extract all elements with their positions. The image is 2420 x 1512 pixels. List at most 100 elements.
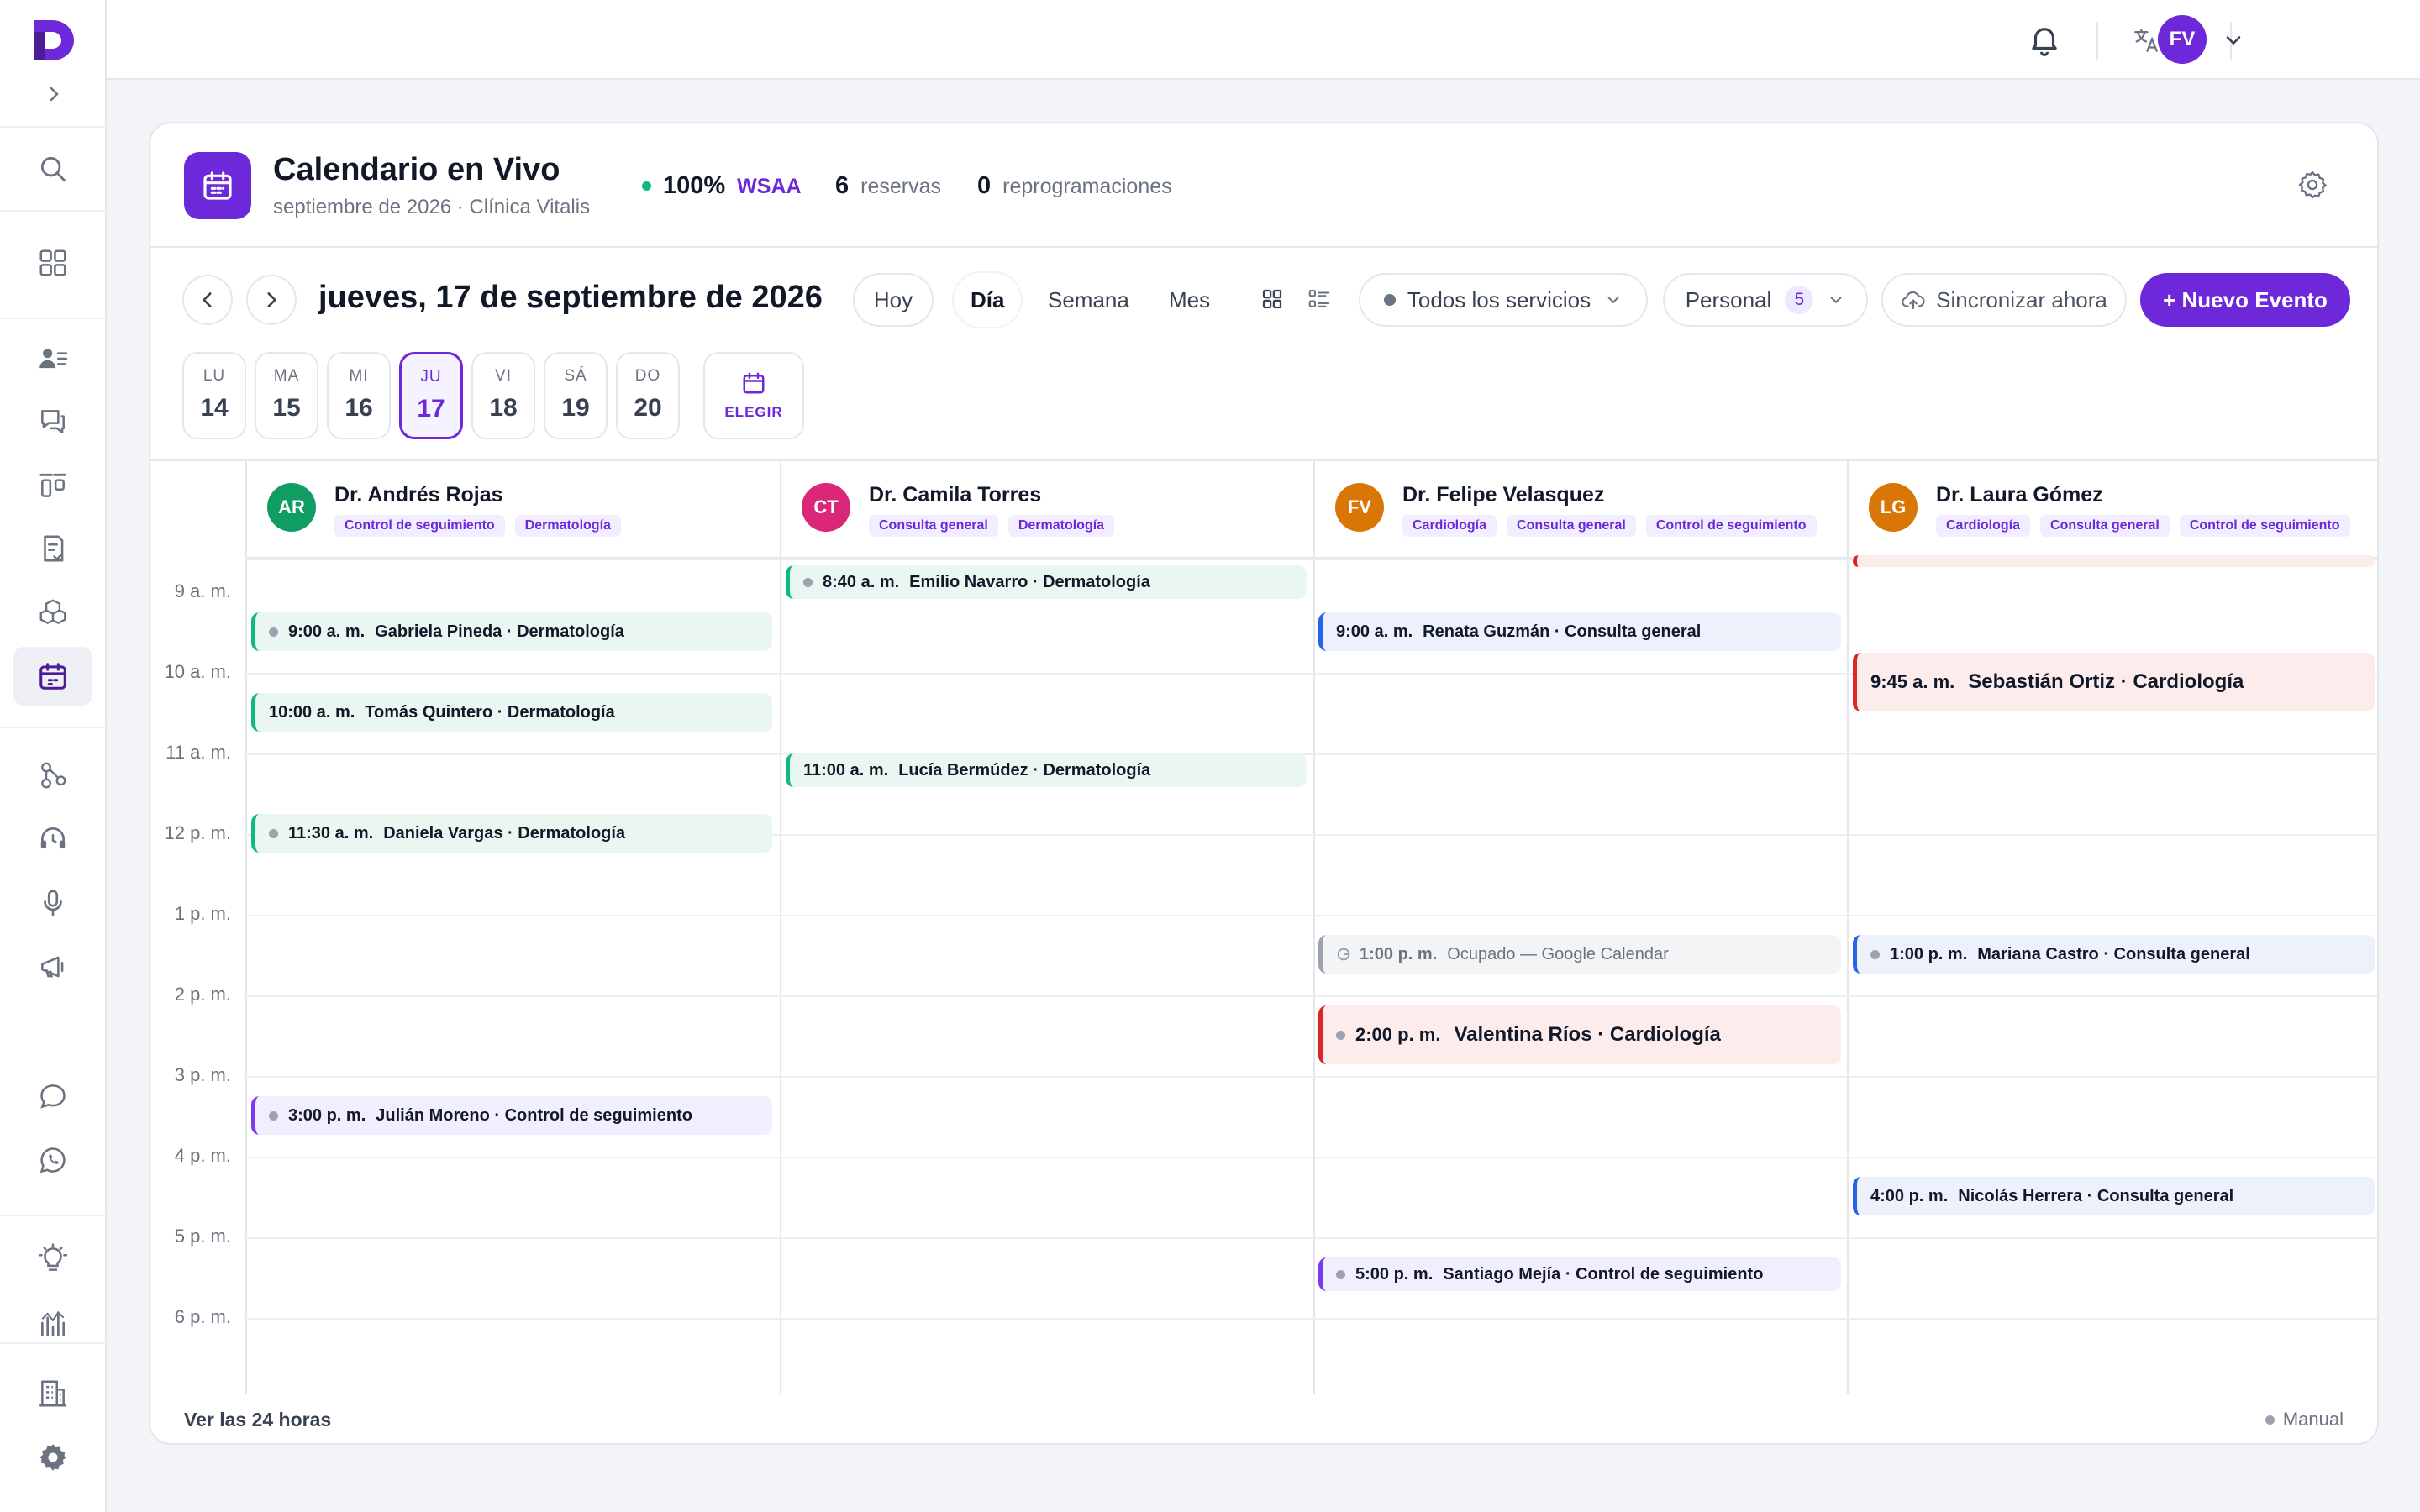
day-chip[interactable]: LU 14 xyxy=(182,352,246,439)
doctor-column-header[interactable]: LG Dr. Laura Gómez Cardiología Consulta g… xyxy=(1849,461,2377,559)
current-date-title: jueves, 17 de septiembre de 2026 xyxy=(318,280,823,315)
sidebar-item-inventory[interactable] xyxy=(13,583,92,642)
hour-label: 1 p. m. xyxy=(174,903,231,924)
day-chip[interactable]: MI 16 xyxy=(327,352,391,439)
service-tag: Consulta general xyxy=(2040,515,2170,537)
doctor-avatar: AR xyxy=(267,483,316,532)
appointment-event[interactable]: 4:00 p. m. Nicolás Herrera · Consulta gen… xyxy=(1853,1177,2375,1215)
notifications-bell-icon[interactable] xyxy=(2027,22,2062,57)
status-dot xyxy=(642,181,651,191)
sidebar-item-search[interactable] xyxy=(13,139,92,198)
appointment-event[interactable]: 9:00 a. m. Renata Guzmán · Consulta gener… xyxy=(1318,612,1841,651)
workflow-icon xyxy=(41,762,66,789)
topbar: ES FV xyxy=(107,0,2420,80)
service-tag: Control de seguimiento xyxy=(2179,515,2350,537)
view-month-tab[interactable]: Mes xyxy=(1169,273,1210,327)
prev-day-button[interactable] xyxy=(182,275,233,325)
appointment-event[interactable]: 2:00 p. m. Valentina Ríos · Cardiología xyxy=(1318,1005,1841,1064)
staff-count-badge: 5 xyxy=(1785,286,1814,314)
sidebar-item-tasks[interactable] xyxy=(13,519,92,578)
sync-now-button[interactable]: Sincronizar ahora xyxy=(1881,273,2127,327)
gear-icon xyxy=(39,1444,66,1471)
next-day-button[interactable] xyxy=(246,275,297,325)
show-24-hours-link[interactable]: Ver las 24 horas xyxy=(184,1409,331,1431)
appointment-event[interactable]: 1:00 p. m. Mariana Castro · Consulta gene… xyxy=(1853,935,2375,974)
staff-filter-select[interactable]: Personal 5 xyxy=(1663,273,1868,327)
service-tag: Control de seguimiento xyxy=(334,515,505,537)
sidebar-item-dashboard[interactable] xyxy=(13,234,92,292)
sidebar-item-conversations[interactable] xyxy=(13,392,92,451)
today-button[interactable]: Hoy xyxy=(853,273,934,327)
list-view-icon[interactable] xyxy=(1307,286,1332,312)
sidebar-item-pipeline[interactable] xyxy=(13,456,92,515)
hour-label: 3 p. m. xyxy=(174,1064,231,1085)
google-icon xyxy=(1337,948,1350,961)
day-chip[interactable]: DO 20 xyxy=(616,352,680,439)
new-event-button[interactable]: + Nuevo Evento xyxy=(2140,273,2350,327)
appointment-event-overflow[interactable] xyxy=(1853,555,2375,567)
doctor-avatar: FV xyxy=(1335,483,1384,532)
day-chip[interactable]: MA 15 xyxy=(255,352,318,439)
busy-block-google-calendar[interactable]: 1:00 p. m. Ocupado — Google Calendar xyxy=(1318,935,1841,974)
page-title: Calendario en Vivo xyxy=(273,152,560,187)
sidebar-item-voice[interactable] xyxy=(13,874,92,932)
sidebar-item-company[interactable] xyxy=(13,1364,92,1423)
pick-date-button[interactable]: ELEGIR xyxy=(703,352,804,439)
hour-label: 4 p. m. xyxy=(174,1145,231,1166)
sidebar-item-automations[interactable] xyxy=(13,746,92,805)
app-logo[interactable] xyxy=(29,15,79,66)
doctor-name: Dr. Andrés Rojas xyxy=(334,483,503,507)
expand-sidebar-icon[interactable] xyxy=(44,84,64,104)
lightbulb-icon xyxy=(38,1243,68,1271)
whatsapp-icon xyxy=(39,1147,66,1173)
stat-reschedules: 0 reprogramaciones xyxy=(977,172,1172,199)
sidebar-item-marketing[interactable] xyxy=(13,937,92,996)
service-tag: Dermatología xyxy=(514,515,621,537)
sidebar-item-support[interactable] xyxy=(13,810,92,869)
sidebar-item-ideas[interactable] xyxy=(13,1230,92,1289)
service-tag: Cardiología xyxy=(1936,515,2031,537)
sidebar-item-contacts[interactable] xyxy=(13,329,92,388)
day-chip-selected[interactable]: JU 17 xyxy=(399,352,463,439)
day-chip[interactable]: SÁ 19 xyxy=(544,352,608,439)
appointment-event[interactable]: 11:30 a. m. Daniela Vargas · Dermatología xyxy=(251,814,772,853)
services-filter-select[interactable]: Todos los servicios xyxy=(1359,273,1648,327)
appointment-event[interactable]: 9:45 a. m. Sebastián Ortiz · Cardiología xyxy=(1853,653,2375,711)
stat-wsaa: 100% WSAA xyxy=(642,172,802,200)
doctor-column-header[interactable]: AR Dr. Andrés Rojas Control de seguimien… xyxy=(247,461,780,559)
doctor-name: Dr. Felipe Velasquez xyxy=(1402,483,1605,507)
chat-icon xyxy=(40,1084,66,1109)
day-chip[interactable]: VI 18 xyxy=(471,352,535,439)
doctor-column-header[interactable]: FV Dr. Felipe Velasquez Cardiología Consu… xyxy=(1315,461,1847,559)
hour-label: 6 p. m. xyxy=(174,1306,231,1327)
checklist-icon xyxy=(44,535,64,562)
appointment-event[interactable]: 11:00 a. m. Lucía Bermúdez · Dermatología xyxy=(786,753,1307,787)
appointment-event[interactable]: 8:40 a. m. Emilio Navarro · Dermatología xyxy=(786,565,1307,599)
user-avatar[interactable]: FV xyxy=(2158,15,2207,64)
sidebar-item-settings[interactable] xyxy=(13,1428,92,1487)
building-icon xyxy=(39,1380,66,1407)
chevron-down-icon xyxy=(1607,297,1619,304)
view-day-tab[interactable]: Día xyxy=(954,273,1022,327)
translate-icon xyxy=(2134,29,2158,52)
sync-mode-indicator: Manual xyxy=(2265,1409,2344,1431)
appointment-event[interactable]: 9:00 a. m. Gabriela Pineda · Dermatología xyxy=(251,612,772,651)
doctor-column-header[interactable]: CT Dr. Camila Torres Consulta general Der… xyxy=(781,461,1313,559)
service-tag: Control de seguimiento xyxy=(1645,515,1817,537)
sidebar-item-chat[interactable] xyxy=(13,1067,92,1126)
hour-label: 10 a. m. xyxy=(164,661,231,682)
appointment-event[interactable]: 5:00 p. m. Santiago Mejía · Control de se… xyxy=(1318,1257,1841,1291)
appointment-event[interactable]: 3:00 p. m. Julián Moreno · Control de seg… xyxy=(251,1096,772,1135)
sidebar-item-whatsapp[interactable] xyxy=(13,1131,92,1189)
megaphone-icon xyxy=(41,956,64,978)
chevron-down-icon[interactable] xyxy=(2222,29,2245,52)
status-dot xyxy=(2265,1415,2275,1425)
appointment-event[interactable]: 10:00 a. m. Tomás Quintero · Dermatología xyxy=(251,693,772,732)
contacts-icon xyxy=(39,349,68,369)
settings-gear-icon[interactable] xyxy=(2296,169,2328,201)
chevron-left-icon xyxy=(202,292,212,307)
grid-view-icon[interactable] xyxy=(1260,286,1285,312)
grid-icon xyxy=(39,249,66,276)
sidebar-item-calendar[interactable] xyxy=(13,647,92,706)
view-week-tab[interactable]: Semana xyxy=(1048,273,1129,327)
